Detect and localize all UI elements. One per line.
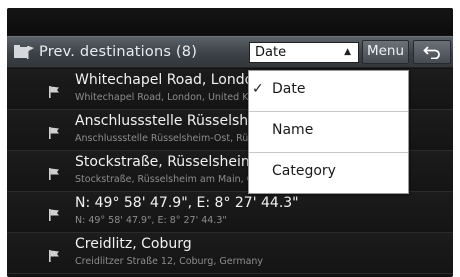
list-item[interactable]: N: 49° 58' 47.9", E: 8° 27' 44.3" N: 49°… [7,192,453,233]
sort-option-category[interactable]: Category [249,153,408,194]
flag-icon [49,86,59,98]
back-arrow-icon [423,46,440,59]
destination-address: Creidlitzer Straße 12, Coburg, Germany [75,256,264,267]
sort-option-name[interactable]: Name [249,112,408,153]
sort-option-label: Category [272,163,336,179]
status-bar [7,8,453,35]
menu-button[interactable]: Menu [362,40,409,64]
destination-address: N: 49° 58' 47.9", E: 8° 27' 44.3" [75,215,227,226]
flag-icon [49,250,59,262]
header-bar: Prev. destinations (8) Date ▲ Menu [7,36,453,68]
sort-dropdown[interactable]: Date ▲ [249,42,359,63]
navigation-screen: Prev. destinations (8) Date ▲ Menu White… [7,8,453,277]
flag-icon [49,209,59,221]
sort-option-date[interactable]: ✓ Date [249,71,408,112]
sort-option-label: Date [272,81,306,97]
flag-icon [49,168,59,180]
destination-name: Creidlitz, Coburg [75,236,192,252]
sort-selected-value: Date [255,45,287,60]
caret-up-icon: ▲ [344,47,351,57]
flag-icon [49,127,59,139]
list-item[interactable]: Creidlitz, Coburg Creidlitzer Straße 12,… [7,233,453,274]
checkmark-icon: ✓ [252,81,264,97]
sort-options-menu: ✓ Date Name Category [248,70,409,194]
page-title: Prev. destinations (8) [39,44,198,60]
sort-option-label: Name [272,122,314,138]
folder-flag-icon [14,45,34,59]
destination-name: N: 49° 58' 47.9", E: 8° 27' 44.3" [75,195,299,211]
back-button[interactable] [413,40,451,64]
